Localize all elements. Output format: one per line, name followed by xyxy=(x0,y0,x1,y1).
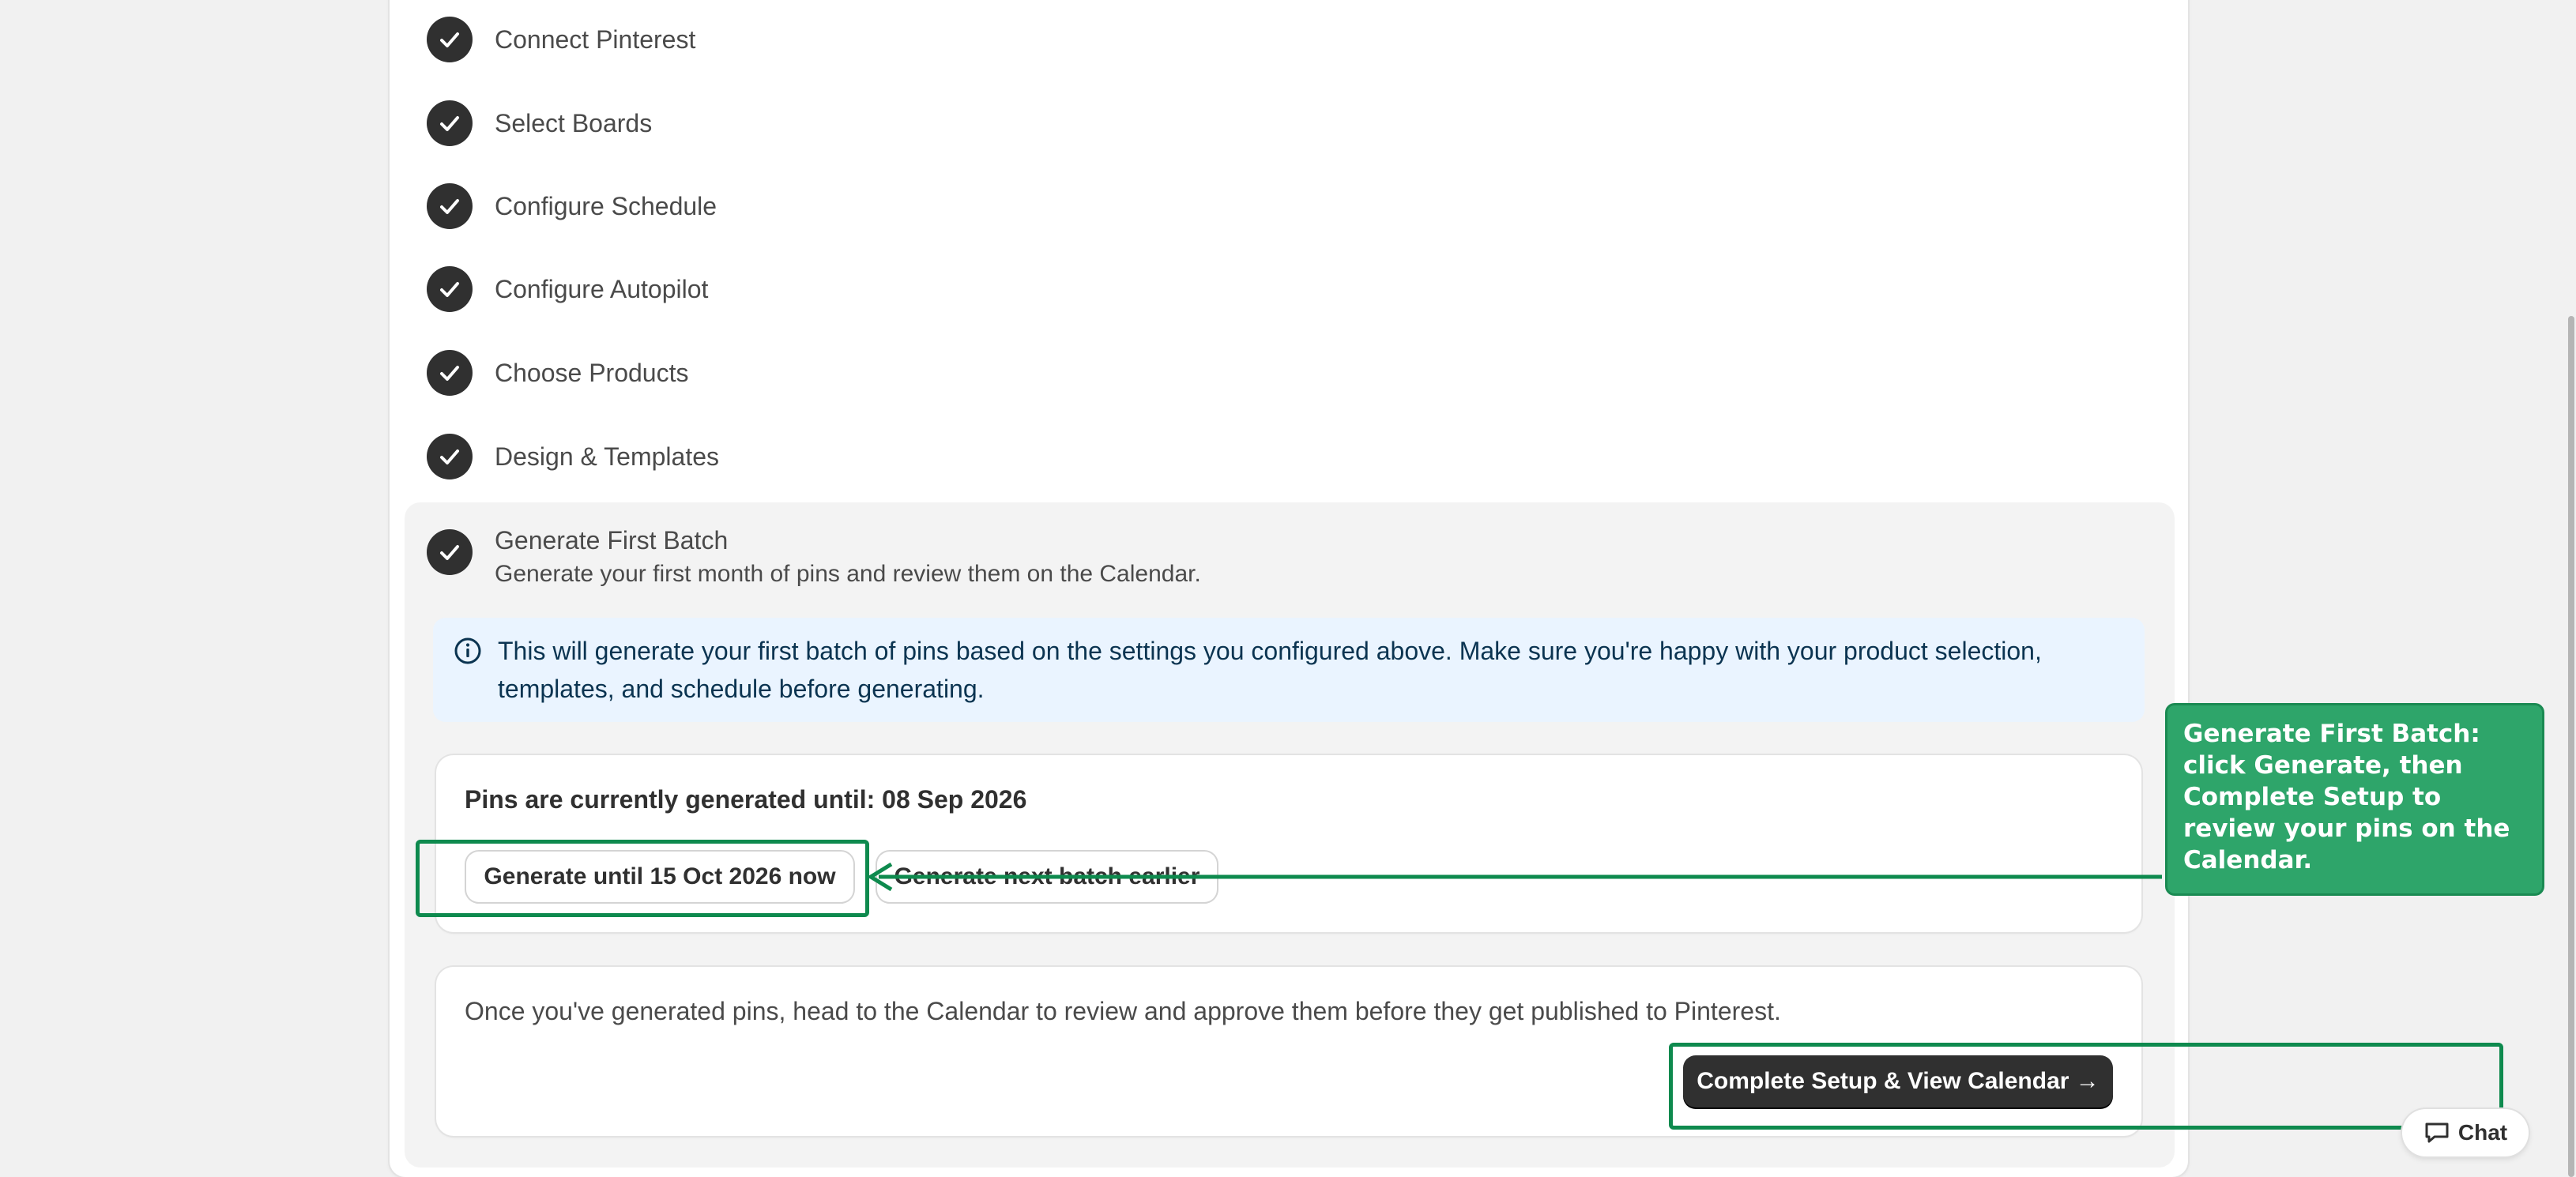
chat-bubble-icon xyxy=(2423,1121,2450,1145)
chat-label: Chat xyxy=(2457,1120,2508,1145)
guide-tooltip: Generate First Batch: click Generate, th… xyxy=(2165,703,2544,896)
tooltip-arrow xyxy=(867,862,2162,892)
chat-button[interactable]: Chat xyxy=(2402,1109,2529,1156)
page-scrollbar[interactable] xyxy=(2568,316,2574,1177)
